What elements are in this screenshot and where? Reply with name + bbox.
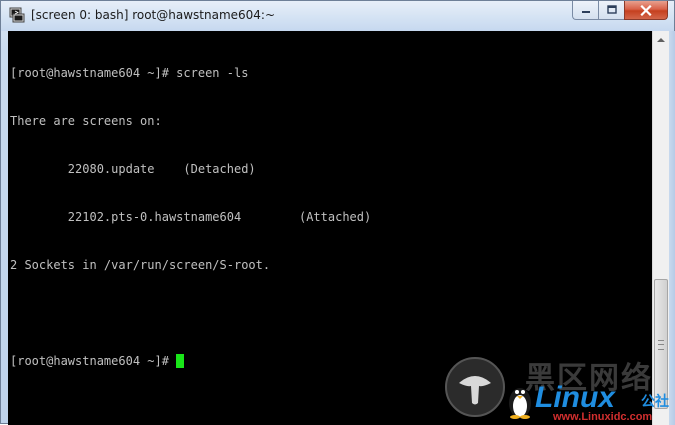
terminal-prompt-line: [root@hawstname604 ~]# <box>10 353 371 369</box>
terminal-line: There are screens on: <box>10 114 162 128</box>
putty-terminal-icon[interactable] <box>9 7 25 23</box>
title-bar[interactable]: [screen 0: bash] root@hawstname604:~ <box>1 1 674 31</box>
close-icon <box>640 4 652 16</box>
watermark-url: www.Linuxidc.com <box>553 411 653 423</box>
minimize-icon <box>581 11 590 13</box>
terminal-line: [root@hawstname604 ~]# screen -ls <box>10 66 249 80</box>
terminal-line: 22080.update (Detached) <box>10 162 256 176</box>
grip-icon <box>658 340 664 350</box>
watermark-suffix: 公社 <box>641 394 669 410</box>
mushroom-logo-icon <box>445 357 505 417</box>
terminal-output: [root@hawstname604 ~]# screen -ls There … <box>10 33 371 401</box>
scroll-up-button[interactable] <box>653 31 669 48</box>
maximize-button[interactable] <box>598 1 624 20</box>
terminal-window: [screen 0: bash] root@hawstname604:~ [ro… <box>0 0 675 425</box>
minimize-button[interactable] <box>572 1 598 20</box>
close-button[interactable] <box>624 1 668 20</box>
window-controls <box>572 1 668 20</box>
maximize-icon <box>606 5 617 14</box>
terminal-cursor <box>176 354 185 368</box>
watermark-brand: Linux <box>535 381 615 414</box>
terminal-prompt: [root@hawstname604 ~]# <box>10 354 177 368</box>
chevron-up-icon <box>657 37 665 42</box>
terminal-line: 2 Sockets in /var/run/screen/S-root. <box>10 258 271 272</box>
watermark-logo: 黑区网络 Linux 公社 www.Linuxidc.com <box>443 351 675 425</box>
window-title: [screen 0: bash] root@hawstname604:~ <box>31 8 276 22</box>
terminal-line: 22102.pts-0.hawstname604 (Attached) <box>10 210 372 224</box>
